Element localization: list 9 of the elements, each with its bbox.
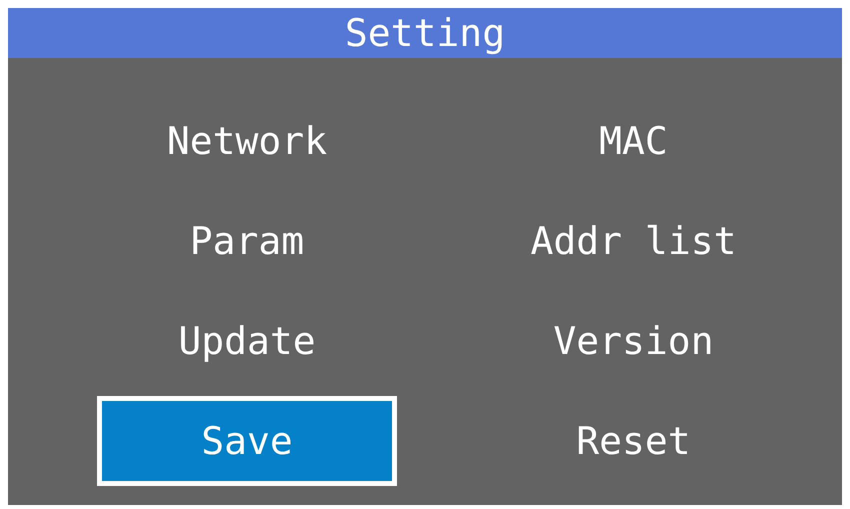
window-title: Setting [8,8,842,58]
menu-item[interactable]: Reset [484,396,784,486]
menu-item[interactable]: Network [97,96,397,186]
menu-item[interactable]: MAC [484,96,784,186]
menu-item[interactable]: Addr list [484,196,784,286]
menu-item[interactable]: Version [484,296,784,386]
menu-item[interactable]: Save [97,396,397,486]
menu-item[interactable]: Update [97,296,397,386]
menu-item[interactable]: Param [97,196,397,286]
